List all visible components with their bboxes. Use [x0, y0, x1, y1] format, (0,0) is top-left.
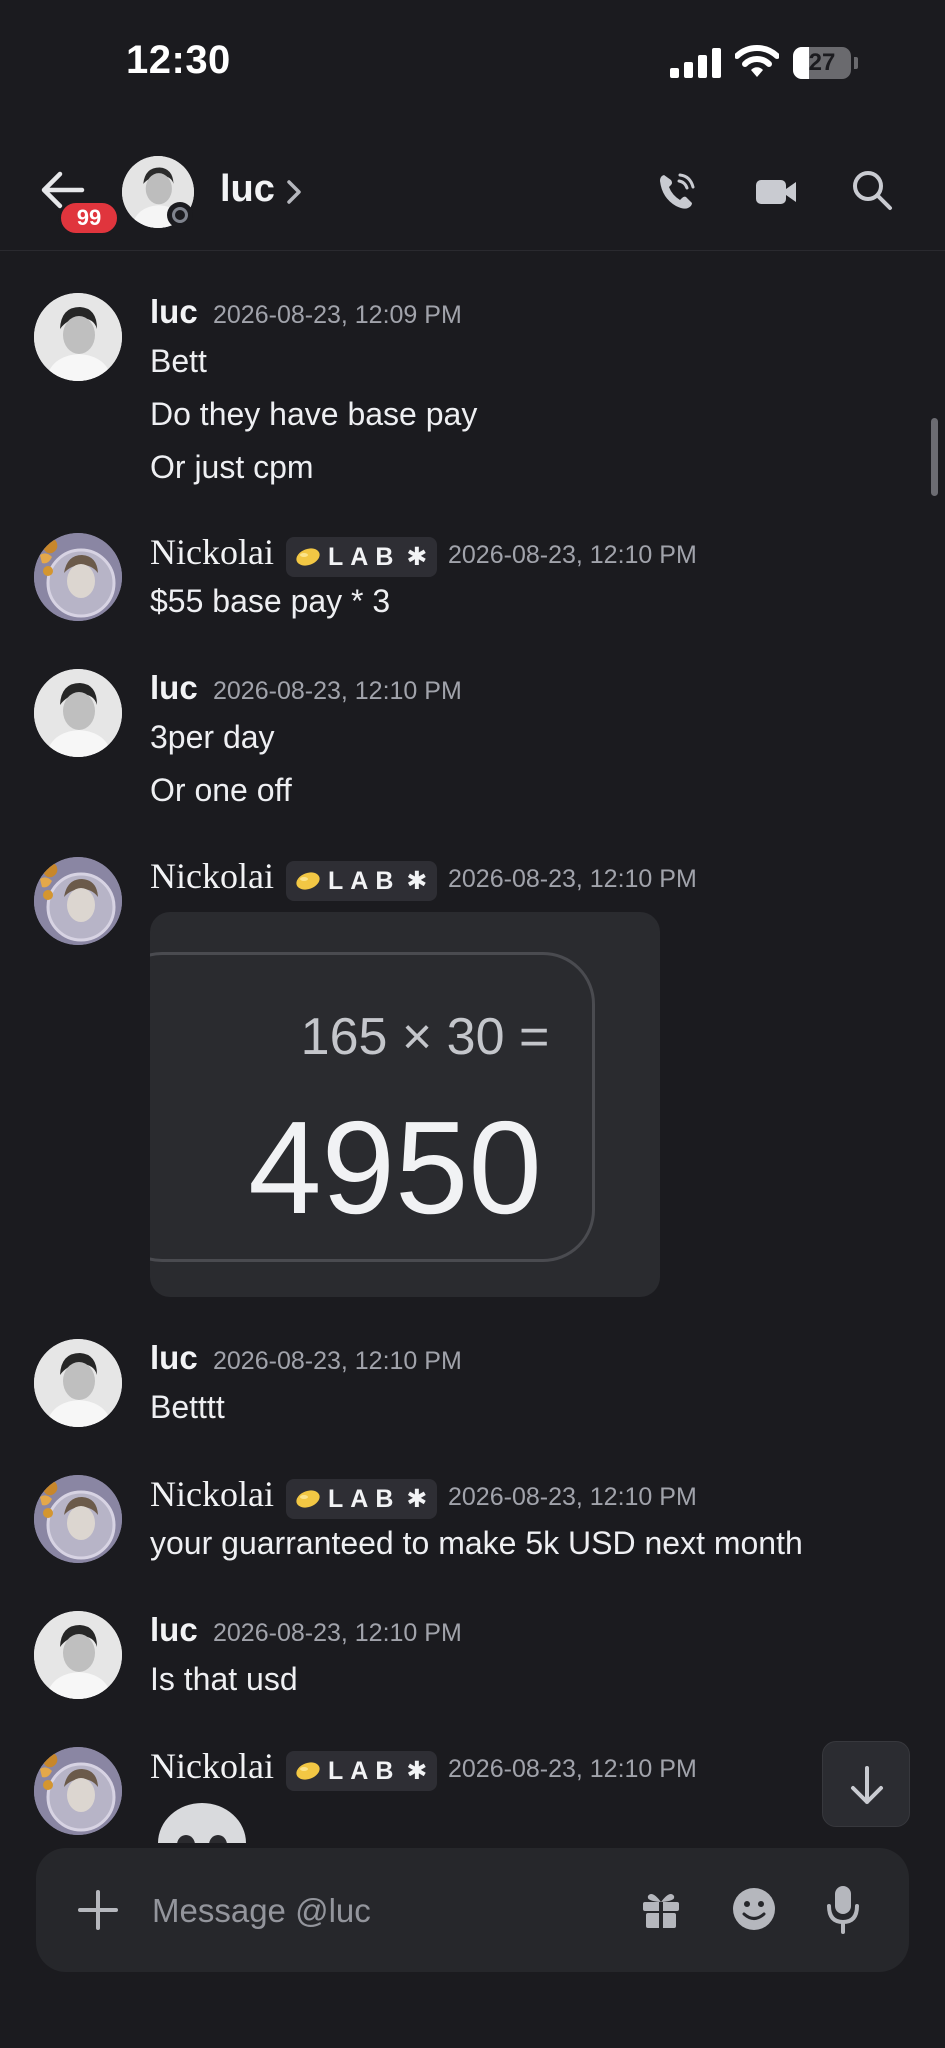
avatar[interactable] [34, 669, 122, 757]
server-tag[interactable]: LAB ✱ [286, 1751, 438, 1791]
message-author[interactable]: luc [150, 293, 198, 331]
message-author[interactable]: Nickolai [150, 531, 274, 573]
message-text: Bett [150, 343, 207, 379]
plus-icon[interactable] [76, 1888, 120, 1932]
avatar[interactable] [34, 533, 122, 621]
message-group: Nickolai LAB ✱ 2026-08-23, 12:10 PM [0, 1747, 945, 1843]
lemon-icon [296, 872, 320, 890]
person-silhouette-icon [34, 1611, 122, 1699]
chat-header: 99 luc [0, 130, 945, 251]
image-attachment[interactable]: 165 × 30 = 4950 [150, 912, 660, 1297]
avatar-with-decoration-icon [34, 1475, 122, 1563]
gift-icon[interactable] [640, 1888, 682, 1930]
jump-to-present-button[interactable] [822, 1741, 910, 1827]
message-text: $55 base pay * 3 [150, 583, 391, 619]
message-author[interactable]: Nickolai [150, 855, 274, 897]
message-input[interactable] [150, 1878, 634, 1944]
message-author[interactable]: luc [150, 1339, 198, 1377]
message-timestamp: 2026-08-23, 12:10 PM [448, 865, 697, 893]
person-silhouette-icon [34, 669, 122, 757]
message-author[interactable]: luc [150, 669, 198, 707]
message-timestamp: 2026-08-23, 12:10 PM [448, 1483, 697, 1511]
lemon-icon [296, 1490, 320, 1508]
avatar[interactable] [34, 293, 122, 381]
calculator-equation: 165 × 30 = [300, 1008, 550, 1066]
person-silhouette-icon [34, 1339, 122, 1427]
status-time: 12:30 [126, 38, 231, 82]
message-author[interactable]: Nickolai [150, 1473, 274, 1515]
message-timestamp: 2026-08-23, 12:10 PM [213, 1619, 462, 1647]
message-text: your guarranteed to make 5k USD next mon… [150, 1525, 803, 1561]
recipient-name[interactable]: luc [220, 168, 275, 211]
message-timestamp: 2026-08-23, 12:10 PM [213, 677, 462, 705]
message-composer [36, 1848, 909, 1972]
calculator-result: 4950 [248, 1094, 542, 1241]
avatar-with-decoration-icon [34, 857, 122, 945]
battery-indicator: 27 [793, 47, 859, 79]
video-camera-icon[interactable] [754, 172, 798, 212]
message-timestamp: 2026-08-23, 12:10 PM [213, 1347, 462, 1375]
skull-emoji-icon [158, 1803, 246, 1843]
avatar[interactable] [34, 857, 122, 945]
cellular-signal-icon [670, 48, 721, 78]
status-bar: 12:30 27 [0, 0, 945, 130]
wifi-icon [735, 45, 779, 77]
avatar-with-decoration-icon [34, 1747, 122, 1835]
avatar-with-decoration-icon [34, 533, 122, 621]
search-icon[interactable] [850, 168, 894, 212]
avatar[interactable] [34, 1747, 122, 1835]
message-timestamp: 2026-08-23, 12:09 PM [213, 301, 462, 329]
message-text: Do they have base pay [150, 396, 478, 432]
asterisk-icon: ✱ [406, 1757, 428, 1785]
chevron-right-icon[interactable] [284, 178, 304, 206]
avatar[interactable] [34, 1611, 122, 1699]
message-text: Is that usd [150, 1661, 298, 1697]
phone-call-icon[interactable] [654, 170, 698, 214]
offline-status-indicator [167, 202, 193, 228]
avatar[interactable] [34, 1475, 122, 1563]
asterisk-icon: ✱ [406, 543, 428, 571]
unread-badge: 99 [58, 200, 120, 236]
scrollbar-thumb[interactable] [931, 418, 938, 496]
message-timestamp: 2026-08-23, 12:10 PM [448, 541, 697, 569]
battery-percent: 27 [808, 49, 836, 76]
avatar[interactable] [34, 1339, 122, 1427]
server-tag-label: LAB [328, 866, 401, 895]
lemon-icon [296, 548, 320, 566]
server-tag[interactable]: LAB ✱ [286, 861, 438, 901]
lemon-icon [296, 1762, 320, 1780]
asterisk-icon: ✱ [406, 867, 428, 895]
microphone-icon[interactable] [826, 1884, 860, 1936]
message-text: Betttt [150, 1389, 225, 1425]
message-text: 3per day [150, 719, 275, 755]
server-tag[interactable]: LAB ✱ [286, 537, 438, 577]
server-tag[interactable]: LAB ✱ [286, 1479, 438, 1519]
message-text: Or just cpm [150, 449, 314, 485]
message-text: Or one off [150, 772, 292, 808]
arrow-down-icon [851, 1766, 883, 1804]
server-tag-label: LAB [328, 1756, 401, 1785]
emoji-icon[interactable] [731, 1886, 777, 1932]
server-tag-label: LAB [328, 542, 401, 571]
asterisk-icon: ✱ [406, 1485, 428, 1513]
person-silhouette-icon [34, 293, 122, 381]
message-author[interactable]: luc [150, 1611, 198, 1649]
server-tag-label: LAB [328, 1484, 401, 1513]
message-timestamp: 2026-08-23, 12:10 PM [448, 1755, 697, 1783]
message-author[interactable]: Nickolai [150, 1747, 274, 1787]
